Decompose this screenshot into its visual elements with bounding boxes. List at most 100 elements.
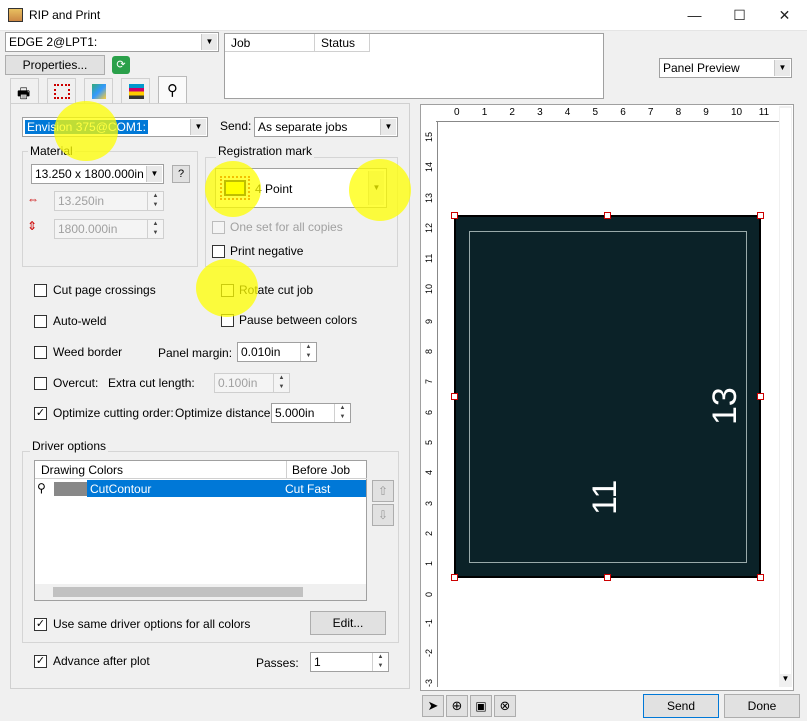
fit-page-tool[interactable]: ▣ xyxy=(470,695,492,717)
registration-group-label: Registration mark xyxy=(216,144,315,158)
use-same-options-checkbox[interactable]: ✓ xyxy=(34,618,47,631)
horizontal-scrollbar[interactable] xyxy=(35,584,366,600)
ruler-tick-label: 9 xyxy=(703,107,709,118)
panel-shape[interactable]: 11 13 xyxy=(454,215,761,578)
zoom-fit-tool[interactable]: ⊗ xyxy=(494,695,516,717)
ruler-tick-label: 14 xyxy=(424,162,434,173)
maximize-button[interactable]: ☐ xyxy=(717,0,762,31)
ruler-tick-label: 2 xyxy=(424,530,434,536)
knife-icon: ⚲ xyxy=(167,82,178,99)
resize-handle[interactable] xyxy=(604,574,611,581)
send-mode-select[interactable]: As separate jobs ▼ xyxy=(254,117,398,137)
before-job-header[interactable]: Before Job xyxy=(287,461,367,479)
panel-margin-label: Panel margin: xyxy=(158,346,233,360)
send-button[interactable]: Send xyxy=(643,694,719,718)
ruler-tick-label: 11 xyxy=(758,107,770,118)
done-button[interactable]: Done xyxy=(724,694,800,718)
properties-button[interactable]: Properties... xyxy=(5,55,105,75)
weed-border-checkbox[interactable] xyxy=(34,346,47,359)
title-bar: RIP and Print — ☐ ✕ xyxy=(0,0,807,31)
scrollbar-thumb[interactable] xyxy=(53,587,303,597)
print-negative-checkbox[interactable] xyxy=(212,245,225,258)
drawing-colors-list[interactable]: Drawing Colors Before Job ⚲ CutContour C… xyxy=(34,460,367,601)
move-up-button[interactable]: ⇧ xyxy=(372,480,394,502)
resize-handle[interactable] xyxy=(757,574,764,581)
panel-width-label: 11 xyxy=(586,479,624,515)
tab-panel[interactable] xyxy=(47,78,76,103)
material-height-input[interactable]: 1800.000in ▲ ▼ xyxy=(54,219,164,239)
resize-handle[interactable] xyxy=(604,212,611,219)
driver-options-group-label: Driver options xyxy=(30,439,109,453)
panel-margin-input[interactable]: 0.010in ▲ ▼ xyxy=(237,342,317,362)
resize-handle[interactable] xyxy=(451,574,458,581)
ruler-tick-label: 10 xyxy=(731,107,743,118)
material-size-select[interactable]: 13.250 x 1800.000in ▼ xyxy=(31,164,164,184)
optimize-distance-spinner[interactable]: ▲ ▼ xyxy=(334,404,350,422)
pointer-tool[interactable]: ➤ xyxy=(422,695,444,717)
drawing-colors-header[interactable]: Drawing Colors xyxy=(35,461,287,479)
optimize-cutting-order-checkbox[interactable]: ✓ xyxy=(34,407,47,420)
advance-after-plot-checkbox[interactable]: ✓ xyxy=(34,655,47,668)
help-icon[interactable]: ? xyxy=(172,165,190,183)
minimize-button[interactable]: — xyxy=(672,0,717,31)
device-select[interactable]: EDGE 2@LPT1: ▼ xyxy=(5,32,219,52)
job-list[interactable]: Job Status xyxy=(224,33,604,99)
optimize-distance-label: Optimize distance: xyxy=(175,406,274,420)
image-icon: ▣ xyxy=(475,699,487,713)
chevron-down-icon[interactable]: ▼ xyxy=(779,674,792,687)
edit-button[interactable]: Edit... xyxy=(310,611,386,635)
cut-page-crossings-checkbox[interactable] xyxy=(34,284,47,297)
advance-after-plot-label: Advance after plot xyxy=(53,654,150,668)
cut-page-crossings-label: Cut page crossings xyxy=(53,283,156,297)
extra-cut-length-input[interactable]: 0.100in ▲ ▼ xyxy=(214,373,290,393)
color-swatch xyxy=(54,482,87,496)
use-same-options-label: Use same driver options for all colors xyxy=(53,617,251,631)
height-spinner[interactable]: ▲ ▼ xyxy=(147,220,163,238)
arrow-down-icon: ⇩ xyxy=(377,508,389,522)
passes-label: Passes: xyxy=(256,656,299,670)
table-row[interactable]: ⚲ CutContour Cut Fast xyxy=(35,480,366,497)
ruler-tick-label: 4 xyxy=(564,107,571,118)
close-button[interactable]: ✕ xyxy=(762,0,807,31)
chevron-down-icon: ▼ xyxy=(774,60,790,76)
ruler-tick-label: 0 xyxy=(454,107,460,118)
optimize-distance-input[interactable]: 5.000in ▲ ▼ xyxy=(271,403,351,423)
tab-general[interactable]: 🖶 xyxy=(10,78,39,103)
material-width-input[interactable]: 13.250in ▲ ▼ xyxy=(54,191,164,211)
move-down-button[interactable]: ⇩ xyxy=(372,504,394,526)
ruler-tick-label: 11 xyxy=(424,253,434,264)
overcut-checkbox[interactable] xyxy=(34,377,47,390)
ruler-tick-label: 5 xyxy=(592,107,599,118)
print-negative-label: Print negative xyxy=(230,244,304,258)
magnifier-icon: ⊗ xyxy=(499,698,511,713)
resize-handle[interactable] xyxy=(451,212,458,219)
tab-color[interactable] xyxy=(84,78,113,103)
resize-handle[interactable] xyxy=(451,393,458,400)
tab-cut[interactable]: ⚲ xyxy=(158,76,187,104)
status-column-header[interactable]: Status xyxy=(315,34,370,52)
ruler-tick-label: 15 xyxy=(424,131,434,142)
app-icon xyxy=(8,8,23,22)
connect-icon[interactable]: ⟳ xyxy=(112,56,130,74)
one-set-checkbox[interactable] xyxy=(212,221,225,234)
color-icon xyxy=(92,84,106,99)
chevron-down-icon: ▼ xyxy=(146,166,162,182)
resize-handle[interactable] xyxy=(757,212,764,219)
tab-color-adjust[interactable] xyxy=(121,78,150,103)
passes-input[interactable]: 1 ▲ ▼ xyxy=(310,652,389,672)
view-select[interactable]: Panel Preview ▼ xyxy=(659,58,792,78)
overcut-label: Overcut: xyxy=(53,376,99,390)
panel-margin-spinner[interactable]: ▲ ▼ xyxy=(300,343,316,361)
extra-cut-length-spinner[interactable]: ▲ ▼ xyxy=(273,374,289,392)
job-column-header[interactable]: Job xyxy=(225,34,315,52)
ruler-tick-label: 12 xyxy=(424,222,434,233)
width-arrows-icon: ⇔ xyxy=(27,192,39,206)
width-spinner[interactable]: ▲ ▼ xyxy=(147,192,163,210)
passes-spinner[interactable]: ▲ ▼ xyxy=(372,653,388,671)
zoom-tool[interactable]: ⊕ xyxy=(446,695,468,717)
ruler-tick-label: 3 xyxy=(424,500,434,506)
auto-weld-checkbox[interactable] xyxy=(34,315,47,328)
vertical-scrollbar[interactable]: ▼ xyxy=(779,106,792,687)
window-title: RIP and Print xyxy=(29,8,101,22)
resize-handle[interactable] xyxy=(757,393,764,400)
